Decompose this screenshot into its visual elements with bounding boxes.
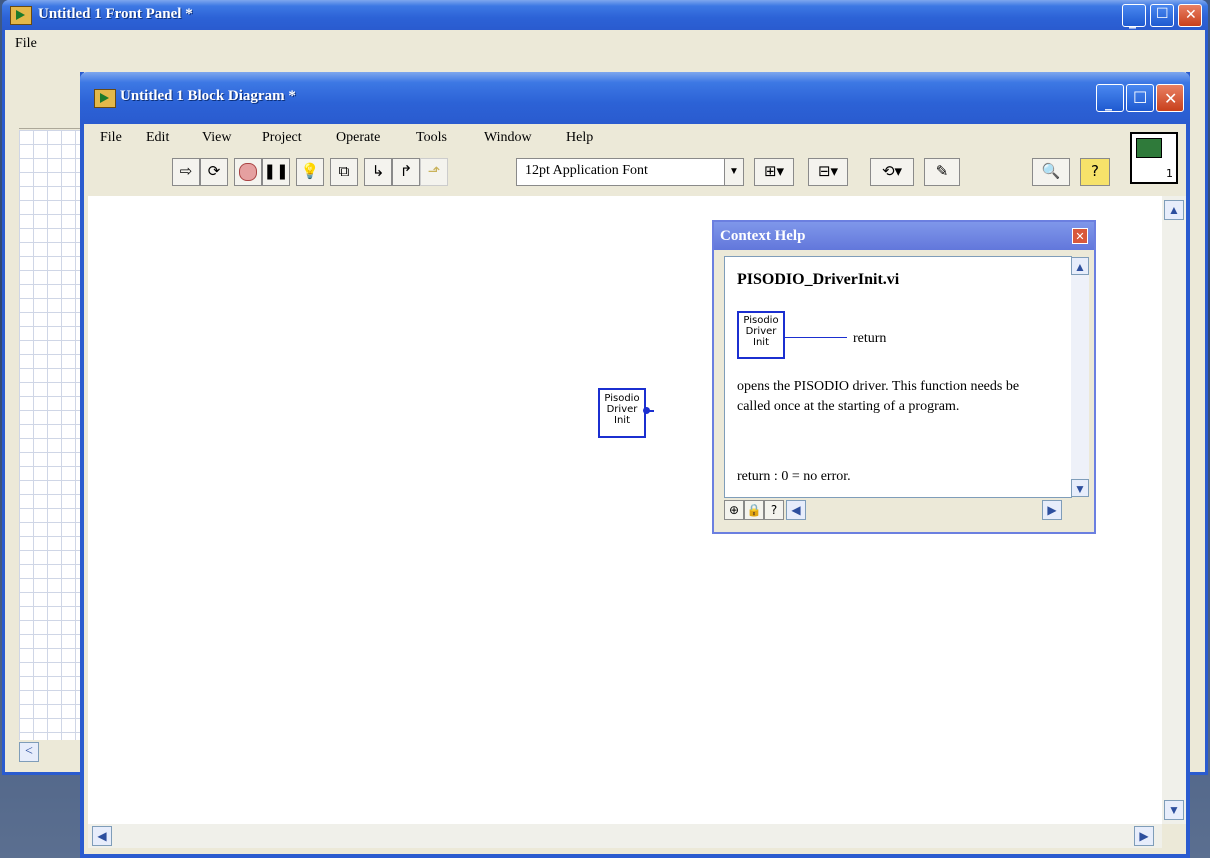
- font-selector-value: 12pt Application Font: [525, 163, 648, 178]
- scroll-left-button[interactable]: <: [19, 742, 39, 762]
- help-icon-line-1: Pisodio: [743, 315, 779, 326]
- node-terminal-dot: [643, 407, 650, 414]
- help-terminal-wire: [785, 337, 847, 338]
- search-icon[interactable]: 🔍: [1032, 158, 1070, 186]
- scroll-down-button[interactable]: ▼: [1164, 800, 1184, 820]
- step-over-icon[interactable]: ↱: [392, 158, 420, 186]
- align-objects-icon[interactable]: ⊞▾: [754, 158, 794, 186]
- connector-pane[interactable]: 1: [1130, 132, 1178, 184]
- context-help-title: Context Help: [720, 228, 806, 244]
- front-panel-title: Untitled 1 Front Panel *: [38, 6, 193, 22]
- front-panel-grid[interactable]: [19, 130, 81, 740]
- node-line-3: Init: [614, 415, 630, 426]
- context-help-content: PISODIO_DriverInit.vi Pisodio Driver Ini…: [724, 256, 1089, 498]
- block-diagram-titlebar[interactable]: Untitled 1 Block Diagram * _ ☐ ✕: [80, 72, 1190, 124]
- front-panel-menubar: File: [5, 32, 1205, 56]
- front-panel-titlebar[interactable]: Untitled 1 Front Panel * _ ☐ ✕: [2, 0, 1208, 30]
- help-vertical-scrollbar[interactable]: ▲ ▼: [1071, 257, 1089, 497]
- connector-number: 1: [1166, 167, 1173, 180]
- scroll-up-button[interactable]: ▲: [1071, 257, 1089, 275]
- retain-wire-values-icon[interactable]: ⧉: [330, 158, 358, 186]
- highlight-execution-icon[interactable]: 💡: [296, 158, 324, 186]
- lock-icon[interactable]: 🔒: [744, 500, 764, 520]
- scroll-right-button[interactable]: ▶: [1134, 826, 1154, 846]
- run-continuously-icon[interactable]: ⟳: [200, 158, 228, 186]
- scroll-up-button[interactable]: ▲: [1164, 200, 1184, 220]
- menu-view[interactable]: View: [202, 130, 231, 146]
- node-line-2: Driver: [606, 404, 638, 415]
- menu-window[interactable]: Window: [484, 130, 532, 146]
- maximize-button[interactable]: ☐: [1150, 4, 1174, 27]
- menu-file[interactable]: File: [15, 36, 37, 52]
- menu-operate[interactable]: Operate: [336, 130, 380, 146]
- vi-icon-graph: [1136, 138, 1162, 158]
- chevron-down-icon[interactable]: ▼: [724, 159, 743, 185]
- pause-icon[interactable]: ❚❚: [262, 158, 290, 186]
- context-help-icon[interactable]: ?: [1080, 158, 1110, 186]
- front-panel-toolbar: [19, 96, 89, 129]
- abort-icon[interactable]: [234, 158, 262, 186]
- show-optional-terminals-icon[interactable]: ⊕: [724, 500, 744, 520]
- font-selector[interactable]: 12pt Application Font ▼: [516, 158, 744, 186]
- scroll-left-button[interactable]: ◀: [92, 826, 112, 846]
- menu-tools[interactable]: Tools: [416, 130, 447, 146]
- help-vi-icon: Pisodio Driver Init: [737, 311, 785, 359]
- help-terminal-label: return: [853, 331, 887, 346]
- labview-vi-icon: [10, 6, 32, 25]
- step-out-icon: ⬏: [420, 158, 448, 186]
- block-diagram-title: Untitled 1 Block Diagram *: [120, 88, 296, 104]
- menu-project[interactable]: Project: [262, 130, 302, 146]
- cleanup-diagram-icon[interactable]: ✎: [924, 158, 960, 186]
- horizontal-scrollbar[interactable]: ◀ ▶: [88, 824, 1162, 848]
- menu-edit[interactable]: Edit: [146, 130, 169, 146]
- help-icon-line-2: Driver: [745, 326, 777, 337]
- context-help-bottom-bar: ⊕ 🔒 ? ◀ ▶: [724, 500, 1088, 522]
- run-arrow-icon[interactable]: ⇨: [172, 158, 200, 186]
- scroll-left-button[interactable]: ◀: [786, 500, 806, 520]
- distribute-objects-icon[interactable]: ⊟▾: [808, 158, 848, 186]
- step-into-icon[interactable]: ↳: [364, 158, 392, 186]
- node-line-1: Pisodio: [604, 393, 640, 404]
- block-diagram-menubar: File Edit View Project Operate Tools Win…: [84, 124, 1186, 152]
- context-help-titlebar[interactable]: Context Help ✕: [714, 222, 1094, 250]
- close-icon[interactable]: ✕: [1072, 228, 1088, 244]
- help-icon-line-3: Init: [753, 337, 769, 348]
- close-button[interactable]: ✕: [1178, 4, 1202, 27]
- vi-name-heading: PISODIO_DriverInit.vi: [737, 271, 900, 288]
- help-description: opens the PISODIO driver. This function …: [737, 379, 1020, 414]
- menu-help[interactable]: Help: [566, 130, 593, 146]
- help-return-description: return : 0 = no error.: [737, 469, 851, 484]
- minimize-button[interactable]: _: [1096, 84, 1124, 112]
- labview-vi-icon: [94, 89, 116, 108]
- pisodio-driver-init-node[interactable]: Pisodio Driver Init: [598, 388, 646, 438]
- scroll-down-button[interactable]: ▼: [1071, 479, 1089, 497]
- close-button[interactable]: ✕: [1156, 84, 1184, 112]
- minimize-button[interactable]: _: [1122, 4, 1146, 29]
- context-help-window[interactable]: Context Help ✕ PISODIO_DriverInit.vi Pis…: [712, 220, 1096, 534]
- vertical-scrollbar[interactable]: ▲ ▼: [1162, 196, 1186, 824]
- scroll-right-button[interactable]: ▶: [1042, 500, 1062, 520]
- detailed-help-icon[interactable]: ?: [764, 500, 784, 520]
- menu-file[interactable]: File: [100, 130, 122, 146]
- maximize-button[interactable]: ☐: [1126, 84, 1154, 112]
- reorder-icon[interactable]: ⟲▾: [870, 158, 914, 186]
